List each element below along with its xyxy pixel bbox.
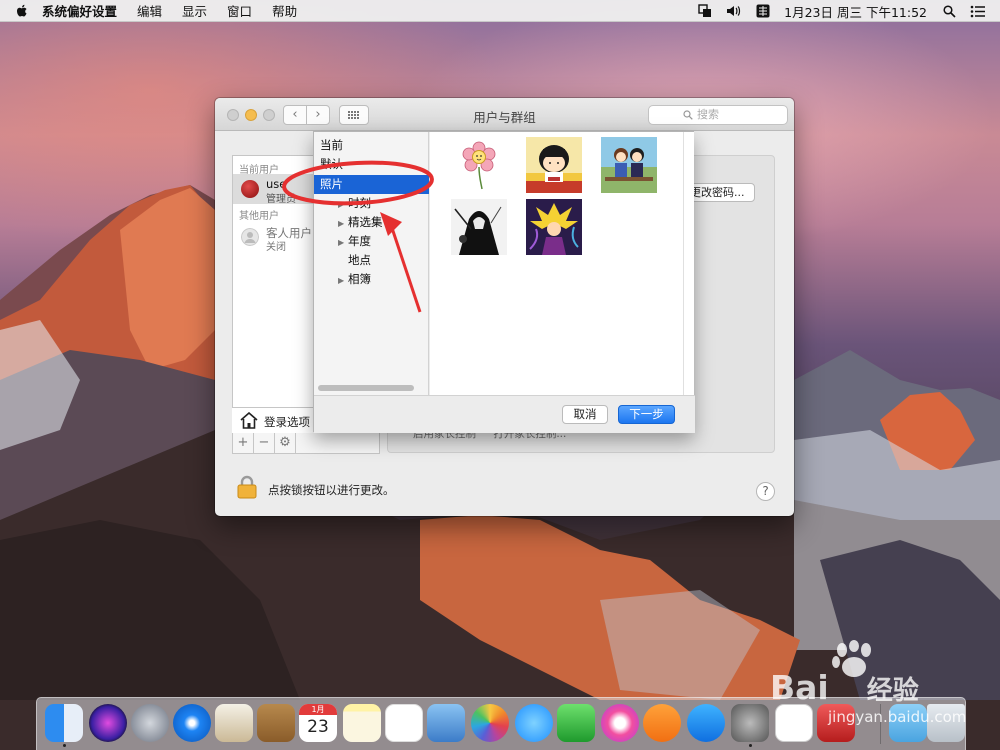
- mail-stamp-icon[interactable]: [215, 704, 253, 742]
- source-item-collections[interactable]: ▶ 精选集: [314, 213, 429, 232]
- photo-thumbnail-anime-couple[interactable]: [601, 137, 657, 193]
- menu-clock[interactable]: 1月23日 周三 下午11:52: [784, 2, 927, 21]
- menu-window[interactable]: 窗口: [227, 1, 252, 20]
- running-indicator: [749, 744, 752, 747]
- messages-icon[interactable]: [515, 704, 553, 742]
- user-list-toolbar: + − ⚙: [232, 433, 380, 454]
- launchpad-icon[interactable]: [131, 704, 169, 742]
- screen-mirroring-icon[interactable]: [698, 4, 712, 18]
- vertical-scrollbar[interactable]: [683, 132, 684, 395]
- disclosure-triangle-icon[interactable]: ▶: [338, 233, 348, 252]
- photo-thumbnail-warrior[interactable]: [451, 199, 507, 255]
- user-name: use: [266, 177, 287, 191]
- user-avatar: [241, 180, 259, 198]
- horizontal-scrollbar[interactable]: [318, 385, 414, 391]
- watermark-url: jingyan.baidu.com: [828, 708, 967, 726]
- login-options-label: 登录选项: [264, 415, 310, 429]
- gear-icon[interactable]: ⚙: [275, 433, 296, 453]
- watermark-brand: Bai 经验: [770, 668, 919, 707]
- help-button[interactable]: ?: [756, 482, 775, 501]
- menu-view[interactable]: 显示: [182, 1, 207, 20]
- source-label: 相簿: [348, 272, 371, 286]
- remove-user-button[interactable]: −: [254, 433, 275, 453]
- source-list: 当前 默认 照片 ▶ 时刻 ▶ 精选集 ▶ 年度 地点 ▶ 相簿: [314, 132, 429, 395]
- change-password-button[interactable]: 更改密码...: [687, 183, 755, 202]
- calendar-day: 23: [307, 717, 329, 737]
- calendar-month: 1月: [299, 704, 337, 715]
- reminders-icon[interactable]: [385, 704, 423, 742]
- photos-icon[interactable]: [471, 704, 509, 742]
- source-item-photos[interactable]: 照片: [314, 175, 429, 194]
- source-label: 照片: [320, 177, 343, 191]
- spotlight-search-icon[interactable]: [943, 4, 956, 18]
- search-icon: [683, 110, 693, 120]
- guest-user-status: 关闭: [266, 242, 286, 253]
- disclosure-triangle-icon[interactable]: ▶: [338, 195, 348, 214]
- photo-thumbnail-flower[interactable]: [451, 137, 507, 193]
- app-store-icon[interactable]: [687, 704, 725, 742]
- facetime-icon[interactable]: [557, 704, 595, 742]
- running-indicator: [63, 744, 66, 747]
- volume-icon[interactable]: [726, 4, 742, 18]
- siri-icon[interactable]: [89, 704, 127, 742]
- search-input[interactable]: 搜索: [648, 105, 788, 125]
- source-label: 年度: [348, 234, 371, 248]
- input-method-icon[interactable]: [756, 4, 770, 18]
- photo-thumbnail-maruko[interactable]: [526, 137, 582, 193]
- source-item-albums[interactable]: ▶ 相簿: [314, 270, 429, 289]
- menu-edit[interactable]: 编辑: [137, 1, 162, 20]
- source-item-years[interactable]: ▶ 年度: [314, 232, 429, 251]
- calendar-icon[interactable]: 1月 23: [299, 704, 337, 742]
- safari-icon[interactable]: [173, 704, 211, 742]
- disclosure-triangle-icon[interactable]: ▶: [338, 214, 348, 233]
- menu-help[interactable]: 帮助: [272, 1, 297, 20]
- apple-menu-icon[interactable]: [14, 3, 30, 19]
- source-item-places[interactable]: 地点: [314, 251, 429, 270]
- itunes-icon[interactable]: [601, 704, 639, 742]
- ibooks-icon[interactable]: [643, 704, 681, 742]
- home-icon: [240, 412, 258, 429]
- next-button[interactable]: 下一步: [618, 405, 675, 424]
- photo-thumbnail-saiyan[interactable]: [526, 199, 582, 255]
- disclosure-triangle-icon[interactable]: ▶: [338, 271, 348, 290]
- add-user-button[interactable]: +: [233, 433, 254, 453]
- baidu-watermark: Bai 经验 jingyan.baidu.com: [770, 640, 990, 740]
- user-role: 管理员: [266, 194, 296, 205]
- sheet-footer: 取消 下一步: [314, 395, 695, 433]
- menu-app-name[interactable]: 系统偏好设置: [42, 1, 117, 20]
- lock-row: 点按锁按钮以进行更改。: [236, 475, 436, 499]
- watermark-brand-en: Bai: [770, 668, 829, 707]
- contacts-icon[interactable]: [257, 704, 295, 742]
- source-label: 默认: [320, 157, 343, 171]
- watermark-brand-cn: 经验: [866, 676, 919, 706]
- source-label: 时刻: [348, 196, 371, 210]
- finder-icon[interactable]: [45, 704, 83, 742]
- source-item-moments[interactable]: ▶ 时刻: [314, 194, 429, 213]
- guest-avatar-icon: [241, 228, 259, 246]
- notification-center-icon[interactable]: [970, 5, 986, 18]
- photo-grid: [430, 132, 694, 395]
- cancel-button[interactable]: 取消: [562, 405, 608, 424]
- notes-icon[interactable]: [343, 704, 381, 742]
- preview-icon[interactable]: [427, 704, 465, 742]
- source-label: 精选集: [348, 215, 383, 229]
- source-label: 当前: [320, 138, 343, 152]
- source-item-default[interactable]: 默认: [314, 155, 429, 174]
- lock-icon[interactable]: [236, 475, 258, 499]
- system-preferences-icon[interactable]: [731, 704, 769, 742]
- picture-picker-sheet: 当前 默认 照片 ▶ 时刻 ▶ 精选集 ▶ 年度 地点 ▶ 相簿 取消 下一步: [313, 131, 695, 433]
- source-item-current[interactable]: 当前: [314, 136, 429, 155]
- search-placeholder: 搜索: [697, 108, 719, 121]
- source-label: 地点: [348, 253, 371, 267]
- menu-bar: 系统偏好设置 编辑 显示 窗口 帮助 1月23日 周三 下午11:52: [0, 0, 1000, 22]
- title-bar: ‹ › 用户与群组 搜索: [215, 98, 794, 131]
- lock-hint-text: 点按锁按钮以进行更改。: [268, 483, 395, 497]
